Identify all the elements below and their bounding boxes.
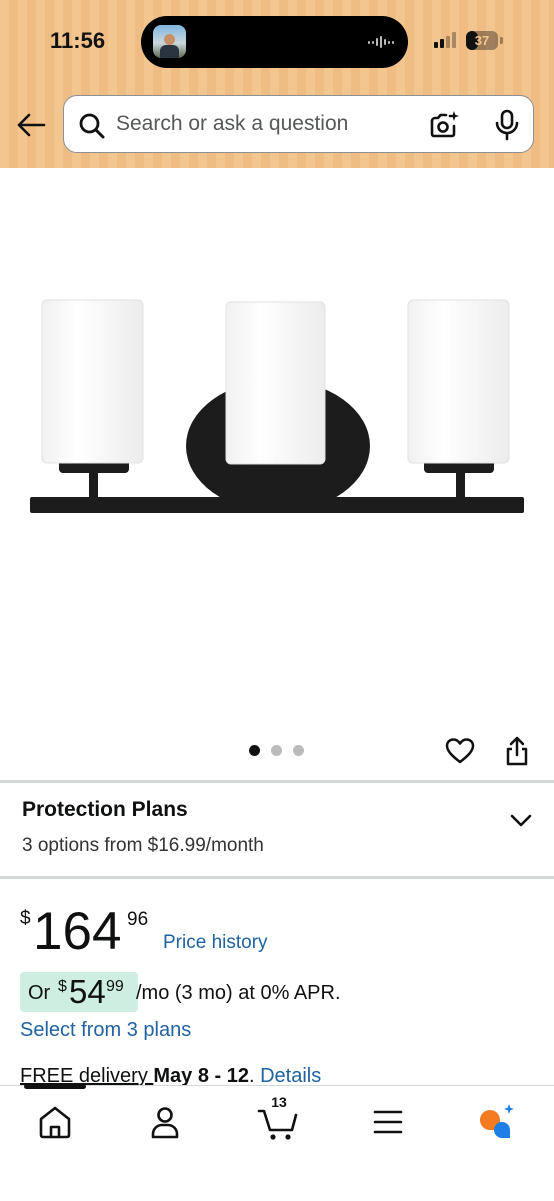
cart-count: 13 — [271, 1094, 287, 1110]
delivery-period: . — [248, 1065, 261, 1087]
microphone-icon[interactable] — [493, 109, 521, 141]
search-bar[interactable] — [63, 95, 534, 153]
rufus-icon[interactable] — [474, 1098, 522, 1146]
account-icon[interactable] — [141, 1098, 189, 1146]
menu-icon[interactable] — [364, 1098, 412, 1146]
monthly-currency-symbol: $ — [58, 978, 67, 995]
delivery-details-link[interactable]: Details — [260, 1065, 321, 1087]
camera-search-icon[interactable] — [428, 109, 460, 141]
bottom-navigation: 13 — [0, 1084, 554, 1201]
share-icon[interactable] — [503, 735, 531, 767]
monthly-price-whole: 54 — [69, 973, 106, 1010]
product-image[interactable] — [0, 168, 554, 728]
price-whole: 164 — [33, 902, 122, 961]
now-playing-thumbnail — [153, 25, 186, 58]
carousel-dot[interactable] — [249, 745, 260, 756]
status-time: 11:56 — [50, 28, 106, 53]
image-carousel-indicator[interactable] — [249, 745, 304, 756]
delivery-word: delivery — [73, 1065, 154, 1087]
delivery-dates: May 8 - 12 — [153, 1065, 249, 1087]
audio-wave-icon — [368, 35, 394, 49]
home-icon[interactable] — [31, 1098, 79, 1146]
monthly-or-label: Or — [28, 982, 51, 1004]
battery-nub — [500, 37, 503, 44]
cart-button[interactable]: 13 — [255, 1094, 303, 1146]
protection-plans-title[interactable]: Protection Plans — [22, 798, 188, 822]
back-arrow-icon[interactable] — [14, 110, 50, 140]
carousel-dot[interactable] — [271, 745, 282, 756]
battery-icon: 37 — [466, 31, 498, 50]
monthly-price-fraction: 99 — [106, 978, 124, 995]
search-icon — [79, 113, 105, 139]
price-currency-symbol: $ — [20, 908, 31, 929]
select-plans-link[interactable]: Select from 3 plans — [20, 1019, 191, 1042]
header: 11:56 37 — [0, 0, 554, 168]
battery-level: 37 — [474, 33, 490, 48]
dynamic-island[interactable] — [141, 16, 408, 68]
price-history-link[interactable]: Price history — [163, 932, 268, 954]
search-input[interactable] — [116, 108, 406, 140]
wishlist-heart-icon[interactable] — [444, 735, 476, 767]
section-divider — [0, 876, 554, 879]
chevron-down-icon[interactable] — [507, 806, 535, 834]
price-fraction: 96 — [127, 909, 149, 930]
active-tab-indicator — [24, 1084, 86, 1089]
monthly-terms: /mo (3 mo) at 0% APR. — [136, 982, 341, 1004]
protection-plans-subtitle: 3 options from $16.99/month — [22, 835, 264, 856]
carousel-dot[interactable] — [293, 745, 304, 756]
section-divider — [0, 780, 554, 783]
cellular-signal-icon — [434, 32, 456, 48]
